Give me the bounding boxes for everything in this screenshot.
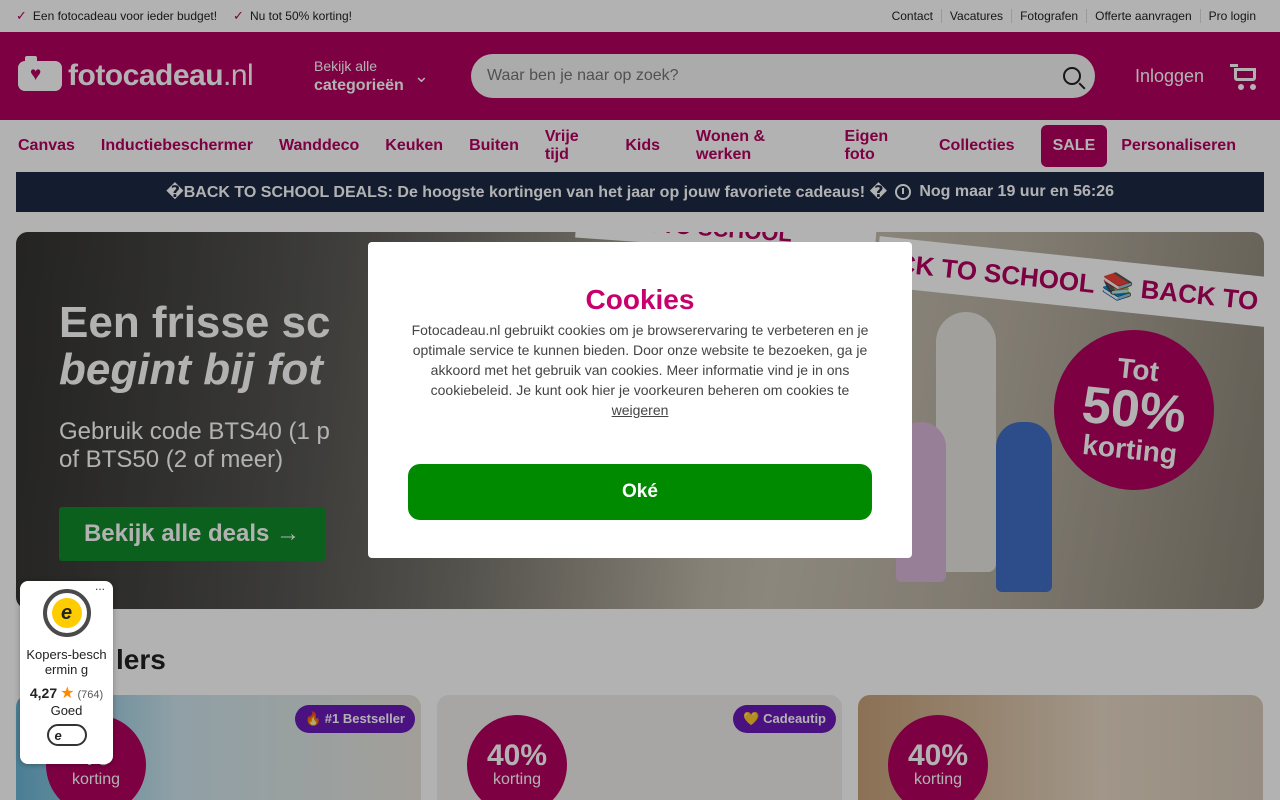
rating-score: 4,27 [29, 685, 58, 701]
trusted-shops-seal-icon: e [42, 589, 91, 637]
cookie-title: Cookies [585, 284, 695, 315]
rating-count: (764) [77, 689, 104, 701]
cookie-dialog: Cookies Fotocadeau.nl gebruikt cookies o… [368, 242, 912, 558]
more-options-icon[interactable]: ... [95, 579, 105, 593]
rating: 4,27 ★ (764) [30, 683, 103, 703]
refuse-cookies-link[interactable]: weigeren [612, 402, 669, 418]
rating-verdict: Goed [50, 703, 83, 718]
cookie-body: Fotocadeau.nl gebruikt cookies om je bro… [411, 322, 869, 418]
star-icon: ★ [60, 685, 75, 702]
accept-cookies-button[interactable]: Oké [408, 464, 872, 520]
trusted-shops-pill-icon[interactable]: e [46, 724, 87, 746]
buyer-protection-text: Kopers-beschermin g [26, 647, 107, 677]
trusted-shops-badge[interactable]: ... e Kopers-beschermin g 4,27 ★ (764) G… [20, 579, 113, 764]
